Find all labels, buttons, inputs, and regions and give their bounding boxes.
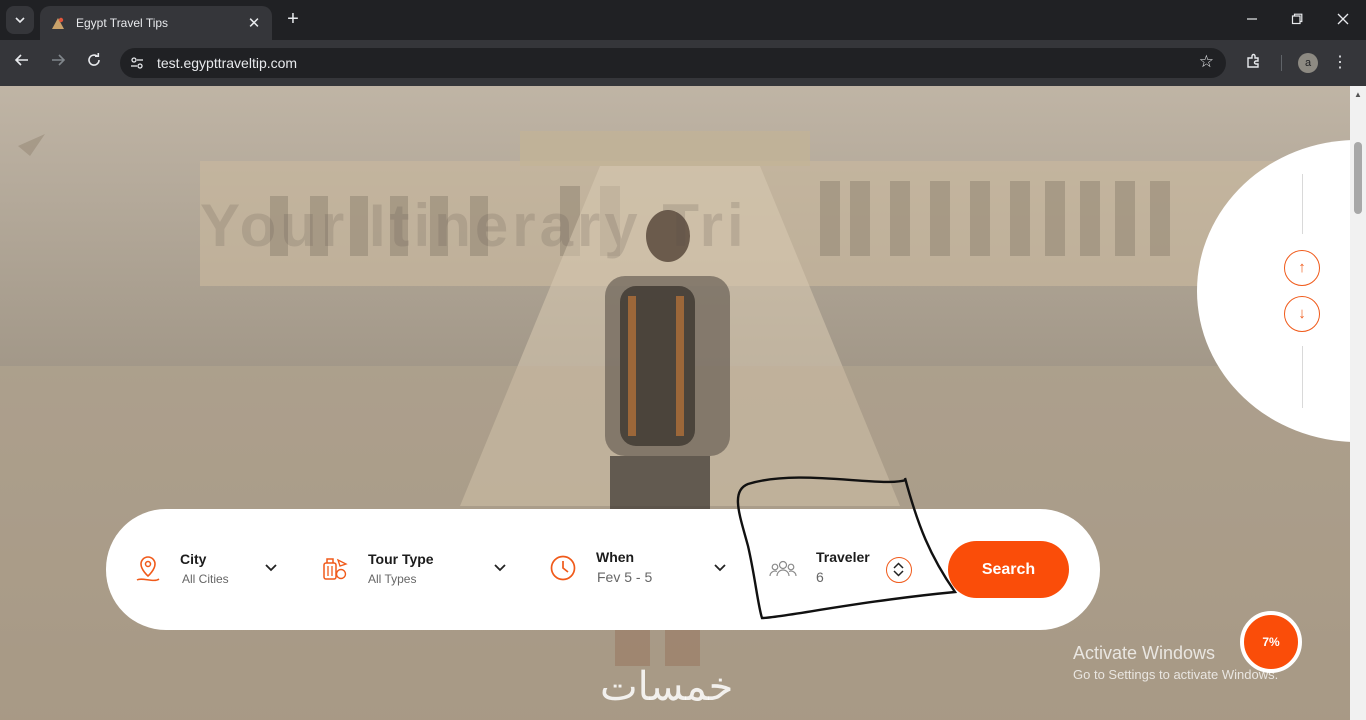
search-button[interactable]: Search (948, 541, 1069, 598)
scroll-thumb[interactable] (1354, 142, 1362, 214)
extensions-icon[interactable] (1244, 52, 1264, 72)
traveler-stepper[interactable] (886, 557, 912, 583)
date-label: When (596, 549, 635, 565)
site-favicon-icon (50, 15, 66, 31)
chevron-down-icon (15, 17, 25, 24)
browser-tab[interactable]: Egypt Travel Tips ✕ (40, 6, 272, 40)
new-tab-button[interactable]: + (282, 8, 304, 32)
tab-close-icon[interactable]: ✕ (246, 14, 262, 32)
city-value: All Cities (182, 572, 229, 586)
city-chevron-down-icon[interactable] (264, 563, 278, 573)
date-value: Fev 5 - 5 (597, 569, 653, 585)
minimize-icon[interactable] (1240, 8, 1264, 32)
khamsat-watermark: خمسات (600, 664, 734, 710)
slide-up-button[interactable]: ↑ (1284, 250, 1320, 286)
people-icon (769, 560, 797, 577)
city-field[interactable]: City All Cities (106, 509, 286, 630)
browser-toolbar: test.egypttraveltip.com ☆ a ⋮ (0, 40, 1366, 86)
site-settings-icon[interactable] (130, 56, 144, 70)
tour-type-label: Tour Type (368, 551, 434, 567)
date-field[interactable]: When Fev 5 - 5 (536, 509, 736, 630)
location-pin-icon (136, 556, 160, 582)
activation-subtitle: Go to Settings to activate Windows. (1073, 667, 1279, 682)
hero-watermark-text: Your Itinerary Tri (200, 192, 748, 259)
toolbar-divider (1281, 55, 1282, 71)
traveler-value[interactable]: 6 (816, 569, 824, 585)
tour-type-field[interactable]: Tour Type All Types (306, 509, 516, 630)
clock-icon (550, 555, 576, 581)
forward-icon[interactable] (46, 51, 70, 75)
slide-down-button[interactable]: ↓ (1284, 296, 1320, 332)
close-window-icon[interactable] (1331, 8, 1355, 32)
tour-type-chevron-down-icon[interactable] (493, 563, 507, 573)
tour-search-bar: City All Cities Tour Type All Types When (106, 509, 1100, 630)
date-chevron-down-icon[interactable] (713, 563, 727, 573)
up-down-arrows-icon (893, 562, 904, 577)
windows-activation-notice: Activate Windows Go to Settings to activ… (1073, 643, 1278, 682)
city-label: City (180, 551, 207, 567)
pager-divider-bottom (1302, 346, 1303, 408)
reload-icon[interactable] (82, 51, 106, 75)
tab-title: Egypt Travel Tips (76, 16, 169, 30)
address-bar[interactable]: test.egypttraveltip.com ☆ (120, 48, 1226, 78)
bookmark-star-icon[interactable]: ☆ (1199, 52, 1214, 72)
browser-menu-icon[interactable]: ⋮ (1332, 52, 1348, 72)
restore-icon[interactable] (1285, 8, 1309, 32)
luggage-icon (323, 558, 348, 580)
browser-tab-strip: Egypt Travel Tips ✕ + (0, 0, 1366, 40)
profile-avatar[interactable]: a (1298, 53, 1318, 73)
traveler-label: Traveler (816, 549, 870, 565)
page-viewport: Your Itinerary Tri ↑ ↓ City All Cities T… (0, 86, 1350, 720)
scroll-up-arrow-icon[interactable]: ▲ (1354, 90, 1362, 99)
page-scrollbar[interactable]: ▲ (1350, 86, 1366, 720)
tab-search-button[interactable] (6, 6, 34, 34)
activation-title: Activate Windows (1073, 643, 1216, 663)
back-icon[interactable] (10, 51, 34, 75)
tour-type-value: All Types (368, 572, 417, 586)
url-text[interactable]: test.egypttraveltip.com (157, 55, 297, 71)
pager-divider-top (1302, 174, 1303, 234)
